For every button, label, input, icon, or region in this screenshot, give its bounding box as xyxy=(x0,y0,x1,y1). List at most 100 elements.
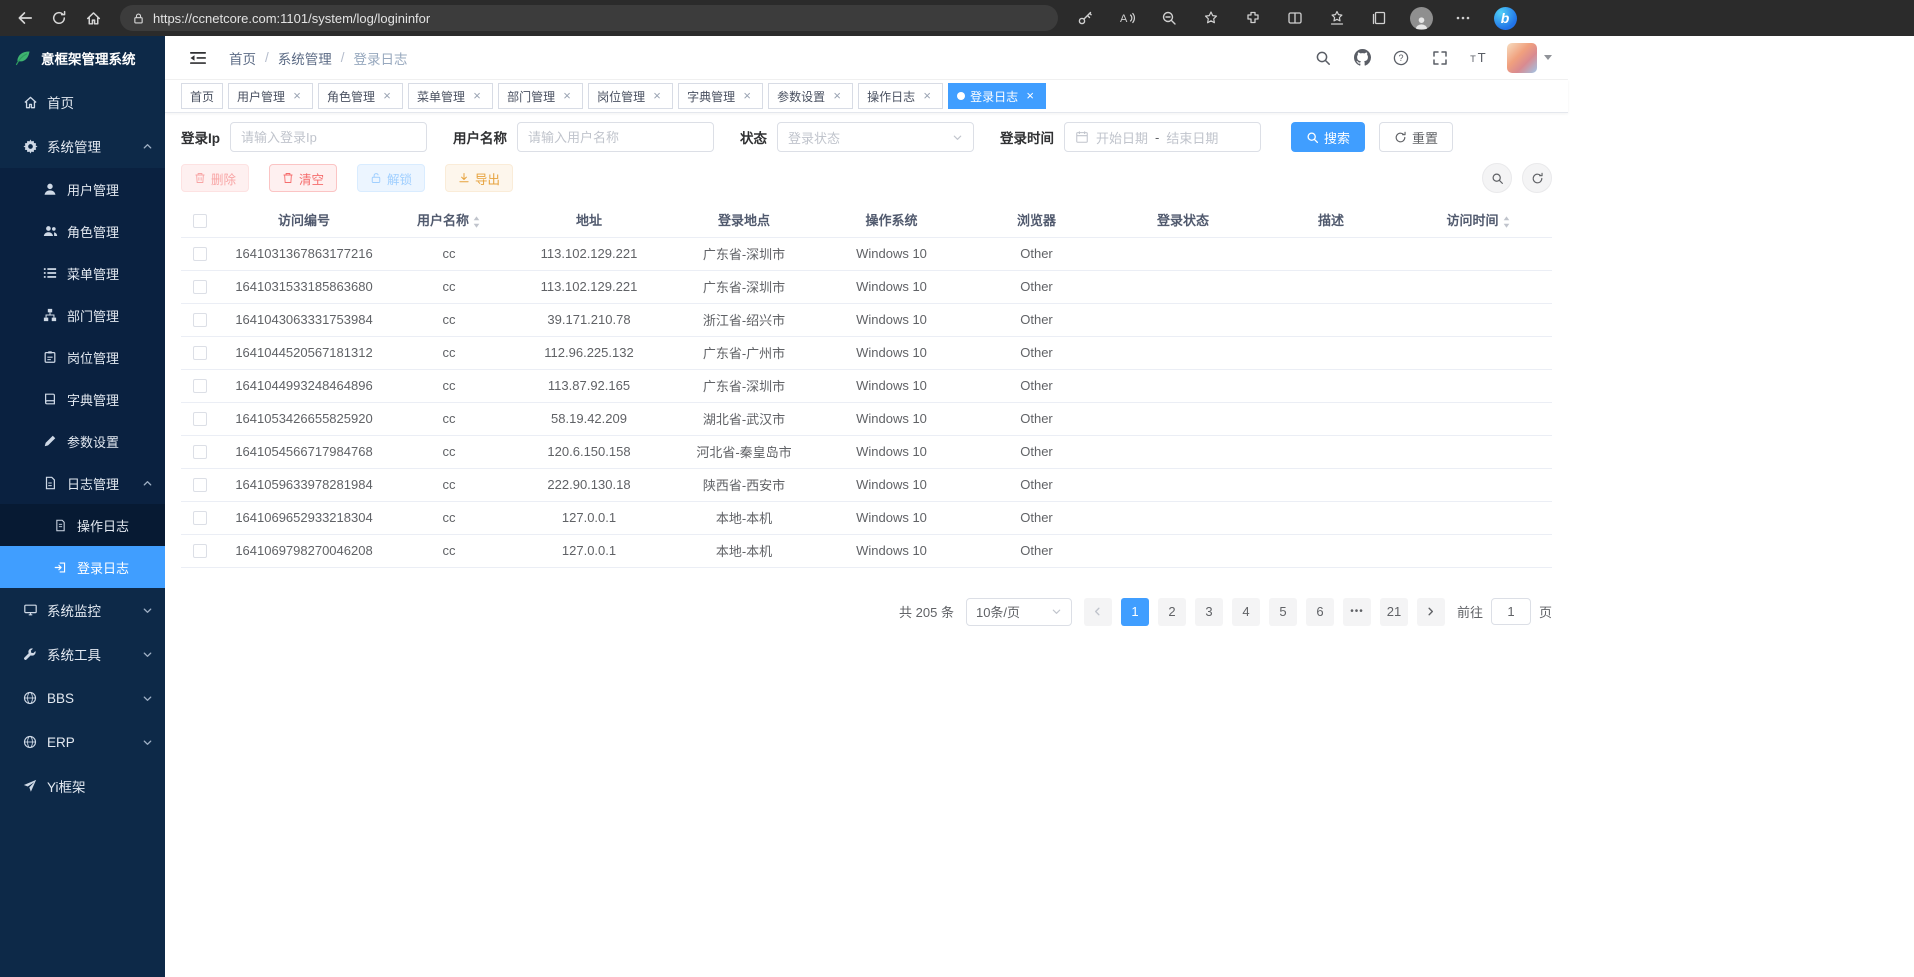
col-os[interactable]: 操作系统 xyxy=(819,203,964,237)
favorites-add-icon[interactable] xyxy=(1196,4,1226,32)
tab-close-icon[interactable]: × xyxy=(650,89,664,103)
sidebar-item-system-tools[interactable]: 系统工具 xyxy=(0,632,165,676)
github-button[interactable] xyxy=(1351,47,1373,69)
row-checkbox[interactable] xyxy=(193,544,207,558)
page-button-1[interactable]: 1 xyxy=(1121,598,1149,626)
status-select[interactable]: 登录状态 xyxy=(777,122,974,152)
row-checkbox[interactable] xyxy=(193,346,207,360)
view-tab-active[interactable]: 登录日志× xyxy=(948,83,1046,109)
reset-button[interactable]: 重置 xyxy=(1379,122,1453,152)
more-pages-button[interactable]: ••• xyxy=(1343,598,1371,626)
tab-close-icon[interactable]: × xyxy=(290,89,304,103)
col-visit-time[interactable]: 访问时间 xyxy=(1405,203,1552,237)
help-button[interactable]: ? xyxy=(1390,47,1412,69)
view-tab[interactable]: 字典管理× xyxy=(678,83,763,109)
tab-close-icon[interactable]: × xyxy=(560,89,574,103)
sidebar-item-system-monitor[interactable]: 系统监控 xyxy=(0,588,165,632)
sidebar-item-dictionary-management[interactable]: 字典管理 xyxy=(0,378,165,420)
browser-profile-avatar[interactable] xyxy=(1406,4,1436,32)
view-tab[interactable]: 角色管理× xyxy=(318,83,403,109)
breadcrumb-home[interactable]: 首页 xyxy=(229,48,256,68)
breadcrumb-system-management[interactable]: 系统管理 xyxy=(278,48,332,68)
collections-icon[interactable] xyxy=(1364,4,1394,32)
view-tab[interactable]: 用户管理× xyxy=(228,83,313,109)
app-logo[interactable]: 意框架管理系统 xyxy=(0,36,165,80)
page-button-4[interactable]: 4 xyxy=(1232,598,1260,626)
tab-close-icon[interactable]: × xyxy=(380,89,394,103)
sidebar-item-post-management[interactable]: 岗位管理 xyxy=(0,336,165,378)
prev-page-button[interactable] xyxy=(1084,598,1112,626)
sidebar-item-bbs[interactable]: BBS xyxy=(0,676,165,720)
sidebar-item-user-management[interactable]: 用户管理 xyxy=(0,168,165,210)
split-screen-icon[interactable] xyxy=(1280,4,1310,32)
sort-icon[interactable] xyxy=(472,215,481,229)
page-button-3[interactable]: 3 xyxy=(1195,598,1223,626)
login-ip-input[interactable] xyxy=(230,122,427,152)
browser-more-icon[interactable] xyxy=(1448,4,1478,32)
password-key-icon[interactable] xyxy=(1070,4,1100,32)
select-all-header[interactable] xyxy=(181,203,219,237)
row-checkbox[interactable] xyxy=(193,379,207,393)
favorites-bar-icon[interactable] xyxy=(1322,4,1352,32)
sidebar-item-parameter-settings[interactable]: 参数设置 xyxy=(0,420,165,462)
sidebar-item-home[interactable]: 首页 xyxy=(0,80,165,124)
tab-close-icon[interactable]: × xyxy=(830,89,844,103)
sidebar-item-erp[interactable]: ERP xyxy=(0,720,165,764)
read-aloud-icon[interactable]: A xyxy=(1112,4,1142,32)
export-button[interactable]: 导出 xyxy=(445,164,513,192)
header-search-button[interactable] xyxy=(1312,47,1334,69)
next-page-button[interactable] xyxy=(1417,598,1445,626)
row-checkbox[interactable] xyxy=(193,247,207,261)
toggle-search-button[interactable] xyxy=(1482,163,1512,193)
sidebar-item-login-log[interactable]: 登录日志 xyxy=(0,546,165,588)
tab-close-icon[interactable]: × xyxy=(920,89,934,103)
search-button[interactable]: 搜索 xyxy=(1291,122,1365,152)
unlock-button[interactable]: 解锁 xyxy=(357,164,425,192)
row-checkbox[interactable] xyxy=(193,313,207,327)
sidebar-item-department-management[interactable]: 部门管理 xyxy=(0,294,165,336)
extensions-icon[interactable] xyxy=(1238,4,1268,32)
tab-close-icon[interactable]: × xyxy=(740,89,754,103)
font-size-button[interactable]: TT xyxy=(1468,47,1490,69)
row-checkbox[interactable] xyxy=(193,412,207,426)
browser-home-button[interactable] xyxy=(76,4,110,32)
sidebar-item-yi-framework[interactable]: Yi框架 xyxy=(0,764,165,808)
sidebar-toggle-button[interactable] xyxy=(181,41,215,75)
browser-address-bar[interactable]: https://ccnetcore.com:1101/system/log/lo… xyxy=(120,5,1058,31)
sidebar-item-log-management[interactable]: 日志管理 xyxy=(0,462,165,504)
username-input[interactable] xyxy=(517,122,714,152)
refresh-table-button[interactable] xyxy=(1522,163,1552,193)
view-tab[interactable]: 参数设置× xyxy=(768,83,853,109)
col-description[interactable]: 描述 xyxy=(1257,203,1405,237)
page-button-2[interactable]: 2 xyxy=(1158,598,1186,626)
browser-refresh-button[interactable] xyxy=(42,4,76,32)
delete-button[interactable]: 删除 xyxy=(181,164,249,192)
sidebar-item-menu-management[interactable]: 菜单管理 xyxy=(0,252,165,294)
select-all-checkbox[interactable] xyxy=(193,214,207,228)
page-button-6[interactable]: 6 xyxy=(1306,598,1334,626)
view-tab[interactable]: 岗位管理× xyxy=(588,83,673,109)
page-button-5[interactable]: 5 xyxy=(1269,598,1297,626)
col-username[interactable]: 用户名称 xyxy=(389,203,509,237)
col-location[interactable]: 登录地点 xyxy=(669,203,819,237)
tab-close-icon[interactable]: × xyxy=(1023,89,1037,103)
sort-icon[interactable] xyxy=(1502,215,1511,229)
col-status[interactable]: 登录状态 xyxy=(1109,203,1257,237)
row-checkbox[interactable] xyxy=(193,445,207,459)
clear-button[interactable]: 清空 xyxy=(269,164,337,192)
col-browser[interactable]: 浏览器 xyxy=(964,203,1109,237)
site-lock-icon[interactable] xyxy=(132,12,145,25)
zoom-out-icon[interactable] xyxy=(1154,4,1184,32)
view-tab[interactable]: 操作日志× xyxy=(858,83,943,109)
fullscreen-button[interactable] xyxy=(1429,47,1451,69)
view-tab[interactable]: 菜单管理× xyxy=(408,83,493,109)
page-size-select[interactable]: 10条/页 xyxy=(966,598,1072,626)
avatar-caret-icon[interactable] xyxy=(1544,55,1552,60)
tab-close-icon[interactable]: × xyxy=(470,89,484,103)
browser-back-button[interactable] xyxy=(8,4,42,32)
goto-input[interactable] xyxy=(1491,598,1531,625)
row-checkbox[interactable] xyxy=(193,280,207,294)
col-visit-id[interactable]: 访问编号 xyxy=(219,203,389,237)
page-button-21[interactable]: 21 xyxy=(1380,598,1408,626)
col-address[interactable]: 地址 xyxy=(509,203,669,237)
